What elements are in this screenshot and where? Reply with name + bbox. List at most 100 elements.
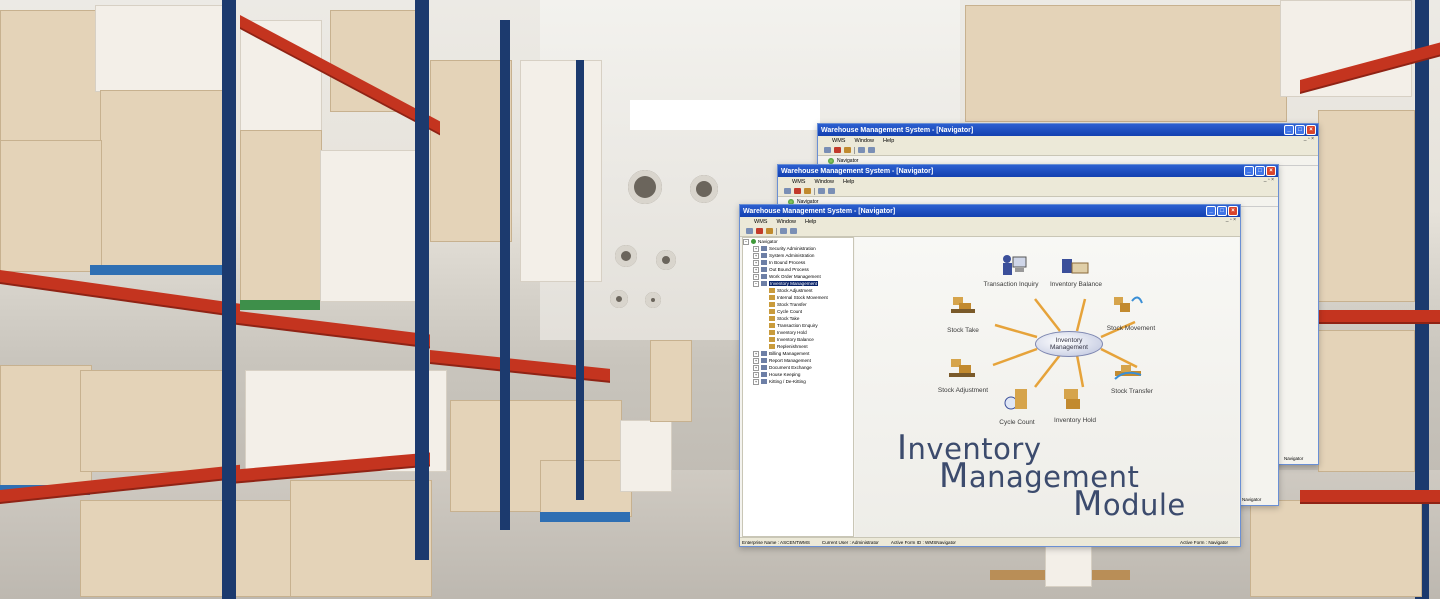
tree-item[interactable]: + Out Bound Process [743, 266, 853, 273]
tree-subitem[interactable]: Transaction Enquiry [743, 322, 853, 329]
menu-wms[interactable]: WMS [754, 219, 767, 225]
tree-subitem[interactable]: Stock Transfer [743, 301, 853, 308]
menu-window[interactable]: Window [854, 138, 874, 144]
export-icon[interactable] [858, 147, 865, 153]
stock-take-label: Stock Take [947, 327, 979, 334]
expand-icon[interactable]: + [753, 245, 759, 252]
close-icon[interactable]: × [1228, 206, 1238, 216]
refresh-icon[interactable] [766, 228, 773, 234]
tree-item[interactable]: + Billing Management [743, 350, 853, 357]
menu-wms[interactable]: WMS [792, 179, 805, 185]
export-icon[interactable] [780, 228, 787, 234]
ceiling-duct [690, 175, 718, 203]
menu-help[interactable]: Help [805, 219, 816, 225]
tree-item[interactable]: + Kitting / De-Kitting [743, 378, 853, 385]
menu-window[interactable]: Window [776, 219, 796, 225]
tree-subitem[interactable]: Stock Adjustment [743, 287, 853, 294]
tree-subitem[interactable]: Inventory Hold [743, 329, 853, 336]
status-form-id: Active Form ID : WMSNavigator [890, 539, 956, 545]
rack-beam [230, 310, 430, 347]
module-icon [769, 309, 775, 315]
tree-item-label: Internal Stock Movement [777, 295, 828, 300]
print-icon[interactable] [790, 228, 797, 234]
expand-icon[interactable]: + [753, 252, 759, 259]
tree-item-label: In Bound Process [769, 260, 806, 265]
navigator-window-main[interactable]: Warehouse Management System - [Navigator… [739, 204, 1241, 547]
transaction-inquiry-icon[interactable] [998, 253, 1027, 275]
open-icon[interactable] [746, 228, 753, 234]
expand-icon[interactable]: + [753, 273, 759, 280]
mdi-controls-icon[interactable]: _ ▫ × [1264, 177, 1274, 183]
expand-icon[interactable]: + [753, 259, 759, 266]
pallet [90, 265, 230, 275]
stop-icon[interactable] [756, 228, 763, 234]
inventory-hold-icon[interactable] [1060, 387, 1086, 409]
print-icon[interactable] [868, 147, 875, 153]
menu-help[interactable]: Help [883, 138, 894, 144]
maximize-icon[interactable]: □ [1255, 166, 1265, 176]
tree-item[interactable]: + Document Exchange [743, 364, 853, 371]
menu-wms[interactable]: WMS [832, 138, 845, 144]
menu-window[interactable]: Window [814, 179, 834, 185]
stop-icon[interactable] [794, 188, 801, 194]
navigator-icon [751, 239, 756, 245]
open-icon[interactable] [784, 188, 791, 194]
collapse-icon[interactable]: − [753, 280, 759, 287]
expand-icon[interactable]: + [753, 378, 759, 385]
tree-item[interactable]: + Security Administration [743, 245, 853, 252]
tree-item[interactable]: + Work Order Management [743, 273, 853, 280]
cycle-count-icon[interactable] [1003, 387, 1029, 410]
maximize-icon[interactable]: □ [1217, 206, 1227, 216]
expand-icon[interactable]: + [753, 357, 759, 364]
tree-subitem[interactable]: Replenishment [743, 343, 853, 350]
tree-item[interactable]: + System Administration [743, 252, 853, 259]
close-icon[interactable]: × [1266, 166, 1276, 176]
stock-take-icon[interactable] [949, 291, 975, 313]
minimize-icon[interactable]: _ [1206, 206, 1216, 216]
window-titlebar[interactable]: Warehouse Management System - [Navigator… [740, 205, 1240, 217]
navigator-tree[interactable]: − Navigator + Security Administration + Syst… [742, 237, 854, 537]
inventory-management-hub[interactable]: Inventory Management [1035, 331, 1103, 357]
mdi-controls-icon[interactable]: _ ▫ × [1304, 136, 1314, 142]
tree-item[interactable]: − Inventory Management [743, 280, 853, 287]
close-icon[interactable]: × [1306, 125, 1316, 135]
carton-stack [650, 340, 692, 422]
stock-transfer-icon[interactable] [1113, 361, 1142, 383]
expand-icon[interactable]: + [753, 364, 759, 371]
expand-icon[interactable]: + [753, 350, 759, 357]
minimize-icon[interactable]: _ [1244, 166, 1254, 176]
open-icon[interactable] [824, 147, 831, 153]
print-icon[interactable] [828, 188, 835, 194]
carton-stack [0, 10, 102, 142]
menu-help[interactable]: Help [843, 179, 854, 185]
export-icon[interactable] [818, 188, 825, 194]
refresh-icon[interactable] [804, 188, 811, 194]
carton-stack [620, 420, 672, 492]
mdi-controls-icon[interactable]: _ ▫ × [1226, 217, 1236, 223]
refresh-icon[interactable] [844, 147, 851, 153]
tree-subitem[interactable]: Cycle Count [743, 308, 853, 315]
ceiling-duct [645, 292, 661, 308]
inventory-diagram: Transaction Inquiry Inventory Balance St… [855, 237, 1239, 537]
tree-item-label: Billing Management [769, 351, 810, 356]
tree-subitem[interactable]: Stock Take [743, 315, 853, 322]
tree-subitem[interactable]: Internal Stock Movement [743, 294, 853, 301]
window-titlebar[interactable]: Warehouse Management System - [Navigator… [818, 124, 1318, 136]
tree-subitem[interactable]: Inventory Balance [743, 336, 853, 343]
tree-item[interactable]: + In Bound Process [743, 259, 853, 266]
expand-icon[interactable]: + [753, 266, 759, 273]
tree-item-label: Report Management [769, 358, 811, 363]
window-titlebar[interactable]: Warehouse Management System - [Navigator… [778, 165, 1278, 177]
maximize-icon[interactable]: □ [1295, 125, 1305, 135]
tree-item[interactable]: + Report Management [743, 357, 853, 364]
inventory-balance-icon[interactable] [1060, 255, 1089, 277]
carton-stack [0, 140, 102, 272]
stock-movement-icon[interactable] [1112, 291, 1143, 313]
collapse-icon[interactable]: − [743, 238, 749, 245]
stock-adjustment-icon[interactable] [947, 355, 975, 377]
stop-icon[interactable] [834, 147, 841, 153]
tree-item[interactable]: + House Keeping [743, 371, 853, 378]
tree-root[interactable]: − Navigator [743, 238, 853, 245]
expand-icon[interactable]: + [753, 371, 759, 378]
minimize-icon[interactable]: _ [1284, 125, 1294, 135]
